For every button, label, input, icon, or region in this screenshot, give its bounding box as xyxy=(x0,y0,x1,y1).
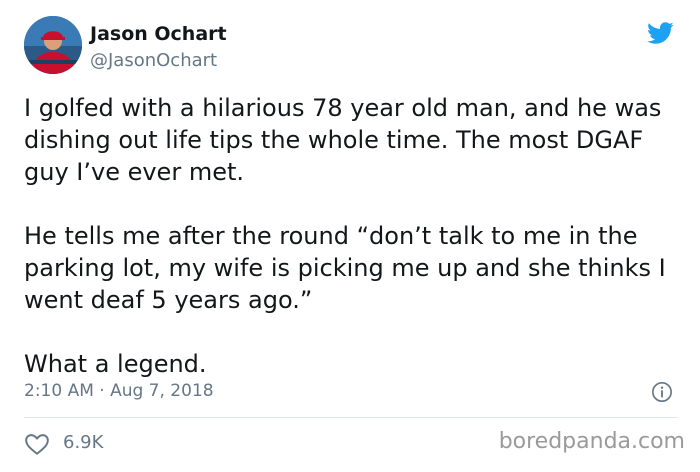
tweet-card: Jason Ochart @JasonOchart I golfed with … xyxy=(0,0,700,472)
divider xyxy=(24,417,678,418)
tweet-paragraph: I golfed with a hilarious 78 year old ma… xyxy=(24,94,662,186)
avatar[interactable] xyxy=(24,16,82,74)
author-handle[interactable]: @JasonOchart xyxy=(90,50,217,72)
tweet-timestamp[interactable]: 2:10 AM · Aug 7, 2018 xyxy=(24,380,214,402)
heart-icon[interactable] xyxy=(24,432,50,456)
like-count[interactable]: 6.9K xyxy=(63,431,103,455)
tweet-paragraph: He tells me after the round “don’t talk … xyxy=(24,222,666,314)
tweet-paragraph: What a legend. xyxy=(24,350,207,378)
author-display-name[interactable]: Jason Ochart xyxy=(90,22,227,46)
watermark: boredpanda.com xyxy=(498,429,685,454)
info-icon[interactable] xyxy=(651,381,673,403)
tweet-text: I golfed with a hilarious 78 year old ma… xyxy=(24,92,692,380)
twitter-bird-icon[interactable] xyxy=(643,19,677,47)
